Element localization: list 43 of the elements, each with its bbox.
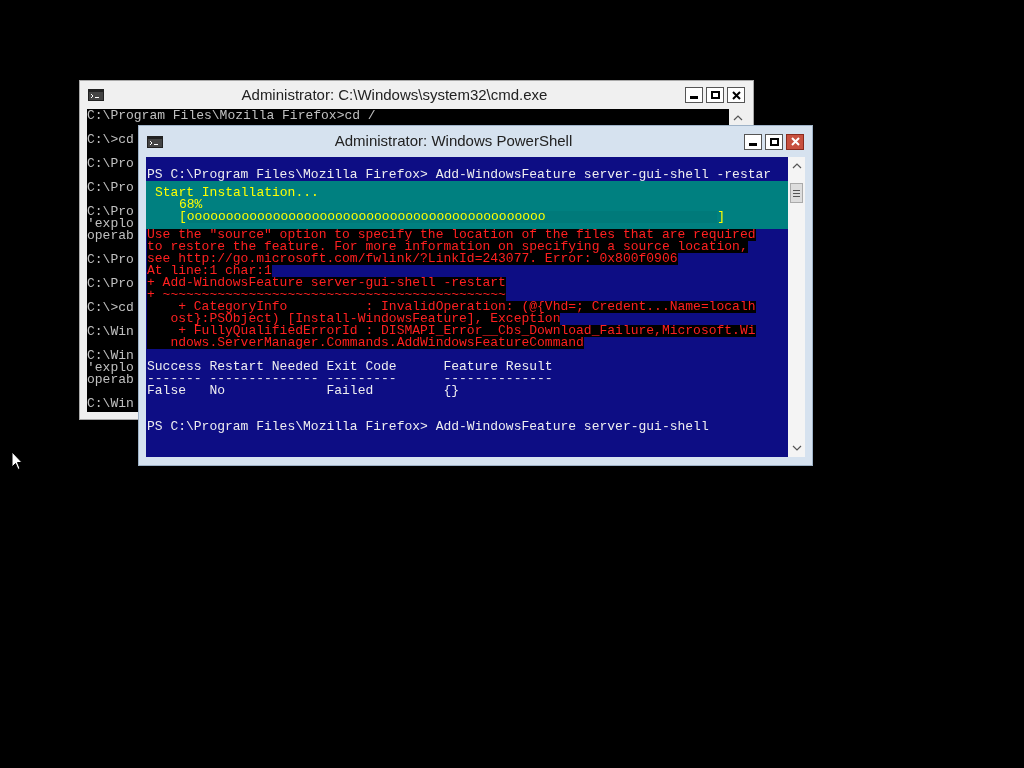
scroll-up-icon[interactable] bbox=[732, 113, 743, 123]
terminal-line: 'explo bbox=[87, 362, 134, 374]
terminal-line: C:\Pro bbox=[87, 158, 134, 170]
scroll-down-icon[interactable] bbox=[791, 443, 802, 453]
progress-fill-text: oooooooooooooooooooooooooooooooooooooooooooooo bbox=[186, 211, 547, 223]
close-icon bbox=[731, 90, 741, 100]
close-button[interactable] bbox=[786, 133, 804, 150]
mouse-pointer-icon bbox=[11, 451, 23, 471]
scroll-up-icon[interactable] bbox=[791, 161, 802, 171]
minimize-button[interactable] bbox=[744, 133, 762, 150]
terminal-line: C:\>cd bbox=[87, 302, 134, 314]
maximize-button[interactable] bbox=[706, 87, 724, 103]
scroll-thumb[interactable] bbox=[790, 183, 803, 203]
terminal-line: C:\>cd bbox=[87, 134, 134, 146]
window-title: Administrator: Windows PowerShell bbox=[333, 131, 574, 152]
close-icon bbox=[790, 137, 800, 146]
terminal-line: C:\Pro bbox=[87, 182, 134, 194]
progress-bracket: [ bbox=[179, 211, 187, 223]
progress-status: Start Installation... bbox=[154, 187, 319, 199]
output-line: ------- -------------- --------- -------------- bbox=[147, 373, 553, 385]
terminal-line: C:\Pro bbox=[87, 206, 134, 218]
terminal-line: C:\Win bbox=[87, 350, 134, 362]
terminal-line: C:\Win bbox=[87, 326, 134, 338]
terminal-line: C:\Pro bbox=[87, 278, 134, 290]
output-line: Success Restart Needed Exit Code Feature Result bbox=[147, 361, 553, 373]
command-prompt-line: PS C:\Program Files\Mozilla Firefox> Add-WindowsFeature server-gui-shell -restar bbox=[147, 169, 773, 181]
progress-bracket: ] bbox=[717, 211, 725, 223]
maximize-button[interactable] bbox=[765, 133, 783, 150]
window-title: Administrator: C:\Windows\system32\cmd.exe bbox=[240, 84, 549, 105]
terminal-line: operab bbox=[87, 374, 134, 386]
terminal-line: C:\Win bbox=[87, 398, 134, 410]
terminal-line: operab bbox=[87, 230, 134, 242]
progress-percent: 68% bbox=[178, 199, 203, 211]
console-icon bbox=[88, 89, 104, 101]
scrollbar[interactable] bbox=[788, 157, 805, 457]
output-line: False No Failed {} bbox=[147, 385, 460, 397]
minimize-button[interactable] bbox=[685, 87, 703, 103]
terminal-line: C:\Pro bbox=[87, 254, 134, 266]
terminal-line: 'explo bbox=[87, 218, 134, 230]
terminal-line: C:\Program Files\Mozilla Firefox>cd / bbox=[87, 110, 376, 122]
command-prompt-line: PS C:\Program Files\Mozilla Firefox> Add-WindowsFeature server-gui-shell bbox=[147, 421, 710, 433]
close-button[interactable] bbox=[727, 87, 745, 103]
console-icon bbox=[147, 135, 163, 148]
